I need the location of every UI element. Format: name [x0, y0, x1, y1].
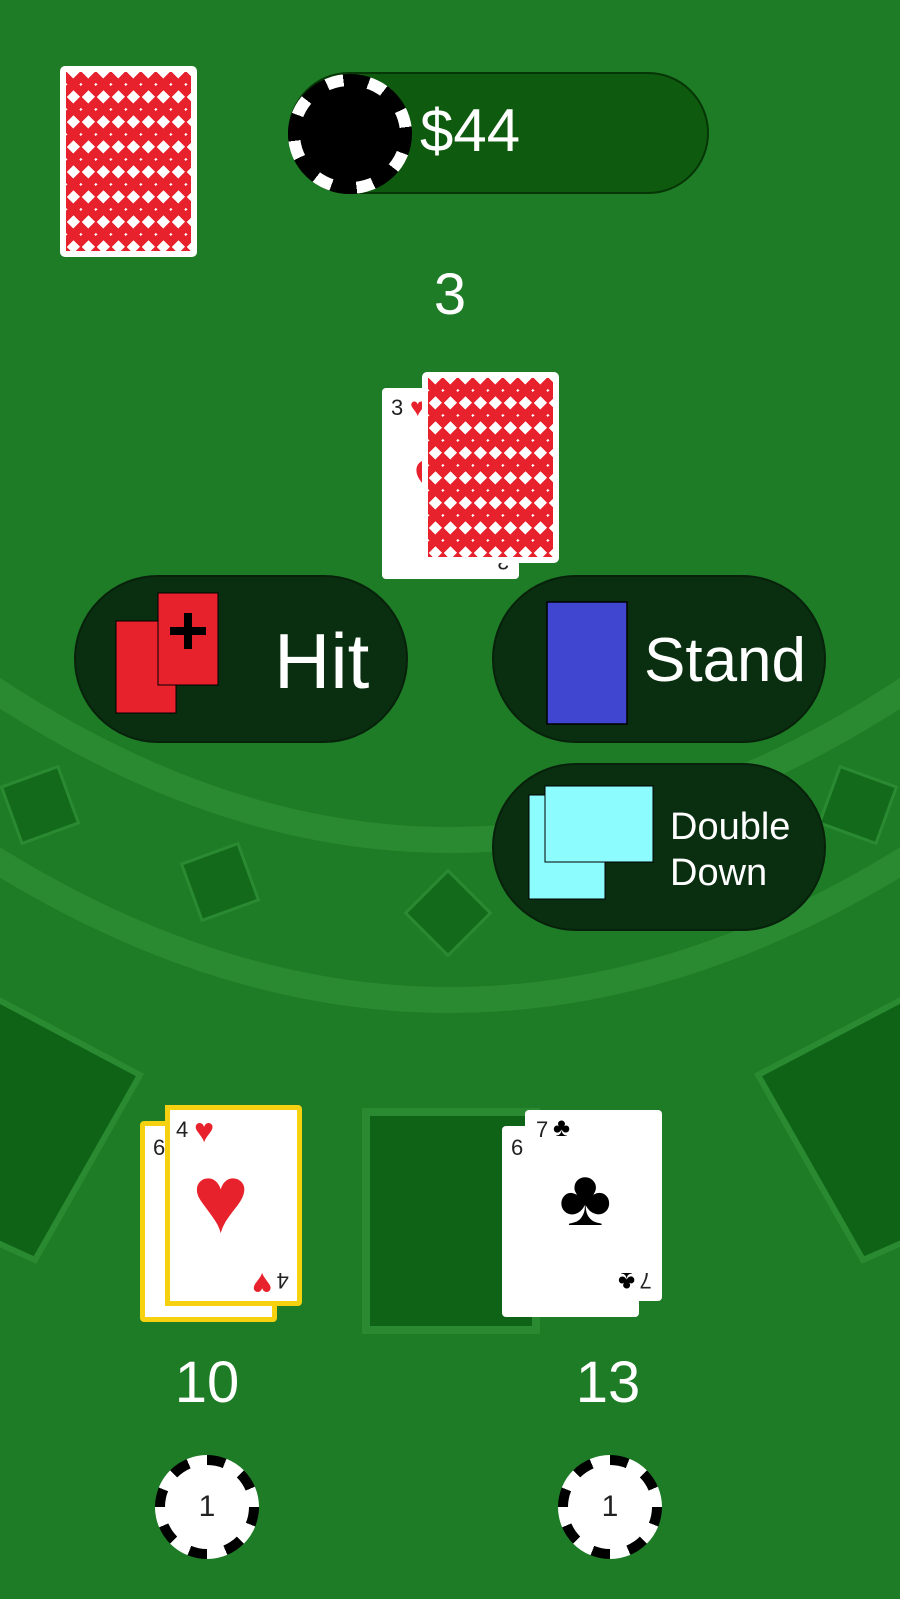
bet-amount: 1 — [165, 1465, 249, 1549]
card-rank: 6 — [153, 1135, 166, 1160]
stand-button[interactable]: Stand — [492, 575, 826, 743]
card-suit-icon: ♥ — [194, 1112, 215, 1150]
card-rank: 7 — [639, 1268, 652, 1293]
double-down-label-line2: Down — [670, 852, 768, 894]
bet-amount: 1 — [568, 1465, 652, 1549]
card-suit-center-icon: ♥ — [192, 1146, 249, 1253]
card-rank: 4 — [276, 1268, 289, 1293]
player-card: 4 ♥ ♥ 4 ♥ — [165, 1105, 302, 1306]
hand-2-count: 13 — [575, 1350, 641, 1415]
card-suit-icon: ♣ — [553, 1112, 571, 1142]
card-back-pattern — [66, 72, 191, 251]
card-suit-icon: ♥ — [252, 1265, 273, 1303]
dealer-count: 3 — [433, 262, 467, 327]
double-down-icon — [528, 785, 654, 900]
card-corner-bottom: 7 ♣ — [618, 1267, 652, 1297]
stand-icon — [546, 601, 628, 725]
card-suit-icon: ♣ — [618, 1267, 636, 1297]
hand-1-bet-chip[interactable]: 1 — [155, 1455, 259, 1559]
hit-label: Hit — [274, 617, 370, 705]
bank-amount: $44 — [420, 97, 521, 164]
card-corner-bottom: 4 ♥ — [252, 1265, 289, 1303]
double-down-label-line1: Double — [670, 806, 791, 848]
hand-2-bet-chip[interactable]: 1 — [558, 1455, 662, 1559]
bank-chip-icon — [288, 74, 412, 194]
hit-button[interactable]: Hit — [74, 575, 408, 743]
card-suit-center-icon: ♣ — [559, 1153, 612, 1242]
hit-icon — [115, 592, 219, 714]
hand-1-count: 10 — [174, 1350, 240, 1415]
stand-label: Stand — [644, 626, 807, 695]
dealer-hole-card — [422, 372, 559, 563]
card-rank: 7 — [536, 1117, 549, 1142]
card-back-pattern — [428, 378, 553, 557]
double-down-button[interactable]: Double Down — [492, 763, 826, 931]
card-rank: 3 — [391, 395, 404, 420]
card-rank: 6 — [511, 1135, 524, 1160]
card-rank: 4 — [176, 1117, 189, 1142]
player-card: 7 ♣ ♣ 7 ♣ — [525, 1110, 662, 1301]
deck-shoe — [60, 66, 197, 257]
